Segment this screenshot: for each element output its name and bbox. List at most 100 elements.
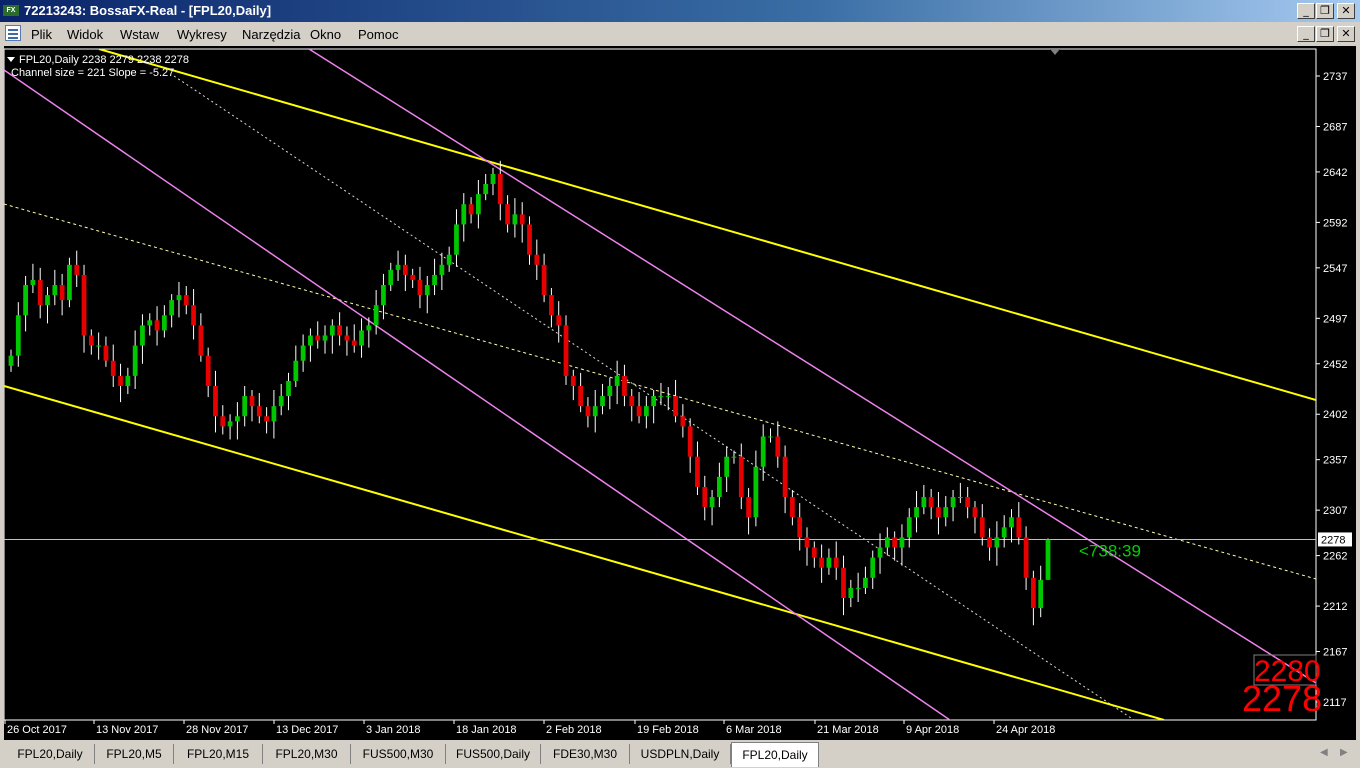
- candle-body: [636, 406, 642, 417]
- x-tick-label: 13 Dec 2017: [276, 724, 338, 736]
- candle-body: [928, 497, 934, 508]
- candle-body: [118, 375, 123, 386]
- menu-wykresy[interactable]: Wykresy: [177, 27, 227, 42]
- menu-okno[interactable]: Okno: [310, 27, 341, 42]
- y-tick-label: 2687: [1323, 121, 1347, 133]
- violet-upper-line[interactable]: [308, 49, 1316, 684]
- candle-body: [315, 335, 321, 341]
- candle: [132, 330, 138, 389]
- tab-fpl20-m15[interactable]: FPL20,M15: [174, 744, 263, 764]
- candle-body: [220, 416, 226, 427]
- candle: [183, 286, 189, 315]
- tab-fus500-m30[interactable]: FUS500,M30: [351, 744, 446, 764]
- candle-body: [497, 173, 503, 205]
- candle: [59, 273, 65, 316]
- tab-scroll-left-icon[interactable]: ◀: [1320, 747, 1328, 758]
- candle: [37, 267, 43, 319]
- candle-body: [227, 421, 233, 427]
- y-tick-label: 2547: [1323, 263, 1347, 275]
- minimize-icon[interactable]: _: [1297, 3, 1315, 19]
- tab-fpl20-m30[interactable]: FPL20,M30: [263, 744, 351, 764]
- candle-body: [775, 436, 781, 457]
- candle-body: [183, 295, 189, 306]
- candle-body: [461, 204, 467, 225]
- child-minimize-icon[interactable]: _: [1297, 26, 1315, 42]
- tab-usdpln-daily[interactable]: USDPLN,Daily: [630, 744, 731, 764]
- candle-body: [286, 380, 291, 397]
- candle: [600, 383, 605, 415]
- candle: [943, 496, 949, 527]
- candle: [965, 486, 971, 519]
- candle-body: [366, 325, 372, 331]
- candle-body: [1038, 579, 1044, 609]
- channel-upper-yellow[interactable]: [98, 49, 1316, 401]
- candle: [432, 258, 437, 296]
- candle-body: [147, 320, 153, 326]
- candle-body: [519, 214, 525, 225]
- close-icon[interactable]: ✕: [1337, 3, 1355, 19]
- candle: [329, 319, 335, 354]
- candle-body: [169, 300, 175, 316]
- menu-widok[interactable]: Widok: [67, 27, 103, 42]
- chart-window[interactable]: 2737 2687 2642 2592 2547 2497 2452 2402 2357 2307…: [4, 46, 1356, 740]
- violet-lower-line[interactable]: [4, 69, 979, 740]
- candle-body: [957, 497, 963, 499]
- candle-body: [329, 325, 335, 336]
- menu-narzedzia[interactable]: Narzędzia: [242, 27, 301, 42]
- candle-body: [768, 436, 773, 438]
- candle-body: [724, 456, 730, 477]
- candle-body: [987, 537, 992, 548]
- x-tick-label: 24 Apr 2018: [996, 724, 1055, 736]
- candle: [249, 390, 255, 422]
- candle: [833, 541, 839, 580]
- channel-info: Channel size = 221 Slope = -5.27: [11, 67, 174, 79]
- menu-wstaw[interactable]: Wstaw: [120, 27, 159, 42]
- candle: [424, 275, 430, 314]
- candle-body: [432, 274, 437, 286]
- price-chart[interactable]: 2737 2687 2642 2592 2547 2497 2452 2402 2357 2307…: [4, 46, 1356, 740]
- candle-body: [965, 497, 971, 508]
- tab-fus500-daily[interactable]: FUS500,Daily: [446, 744, 541, 764]
- menu-pomoc[interactable]: Pomoc: [358, 27, 398, 42]
- tab-scroll-right-icon[interactable]: ▶: [1340, 747, 1348, 758]
- candle-body: [293, 360, 299, 381]
- candle: [96, 332, 102, 360]
- restore-icon[interactable]: ❐: [1316, 3, 1334, 19]
- candle: [1023, 526, 1029, 590]
- candle-body: [578, 385, 583, 407]
- child-close-icon[interactable]: ✕: [1337, 26, 1355, 42]
- candle-body: [914, 507, 919, 518]
- candle: [1031, 570, 1036, 626]
- tab-fde30-m30[interactable]: FDE30,M30: [541, 744, 630, 764]
- child-restore-icon[interactable]: ❐: [1316, 26, 1334, 42]
- shift-marker-icon[interactable]: [1050, 49, 1060, 55]
- candle: [724, 446, 730, 492]
- menu-plik[interactable]: Plik: [31, 27, 52, 42]
- candle: [702, 475, 708, 521]
- candle: [293, 345, 299, 387]
- candle: [753, 450, 759, 527]
- candle: [848, 579, 854, 608]
- info-collapse-icon[interactable]: [7, 57, 15, 62]
- candle-body: [592, 406, 598, 417]
- candle: [556, 301, 562, 343]
- document-icon[interactable]: [5, 25, 21, 41]
- tab-fpl20-daily[interactable]: FPL20,Daily: [6, 744, 95, 764]
- tab-fpl20-daily-active[interactable]: FPL20,Daily: [731, 742, 819, 767]
- candle-body: [213, 385, 218, 417]
- candle: [673, 379, 678, 423]
- channel-mid-dotted[interactable]: [4, 203, 1316, 580]
- candle: [103, 336, 109, 367]
- x-tick-label: 3 Jan 2018: [366, 724, 420, 736]
- candle-body: [264, 416, 269, 422]
- candle: [519, 202, 525, 243]
- candle-body: [1023, 537, 1029, 578]
- candle-body: [468, 204, 474, 215]
- tab-fpl20-m5[interactable]: FPL20,M5: [95, 744, 174, 764]
- x-tick-label: 2 Feb 2018: [546, 724, 602, 736]
- candle: [541, 253, 547, 303]
- candle: [709, 489, 715, 526]
- candle-body: [600, 396, 605, 407]
- candle: [30, 263, 36, 294]
- candle-body: [629, 396, 635, 407]
